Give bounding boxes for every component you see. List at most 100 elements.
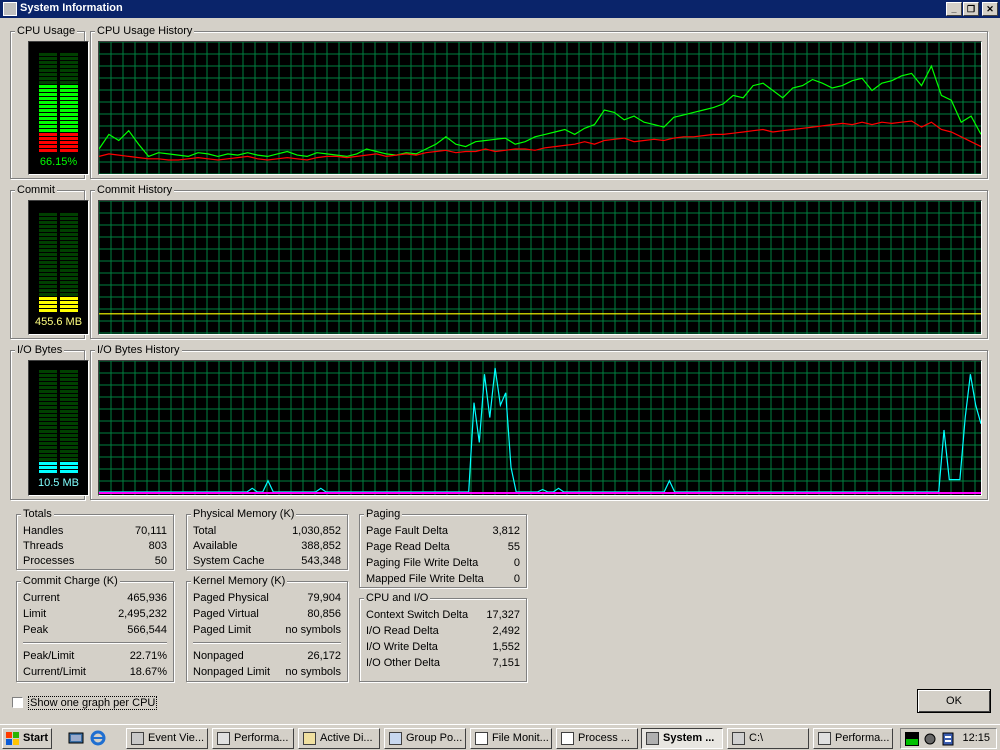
- meter-segment: [60, 101, 78, 104]
- taskbar-button[interactable]: System ...: [641, 728, 723, 749]
- show-desktop-icon[interactable]: [68, 730, 84, 746]
- taskbar: Start Event Vie... Performa... Active Di..…: [0, 724, 1000, 750]
- stat-label: Peak: [23, 624, 49, 636]
- meter-segment: [39, 422, 57, 425]
- io-history-group: I/O Bytes History: [90, 344, 988, 500]
- stat-label: Threads: [23, 540, 64, 552]
- stat-value: 1,552: [492, 641, 520, 653]
- restore-icon: ❐: [966, 4, 976, 14]
- meter-segment: [39, 426, 57, 429]
- meter-segment: [39, 289, 57, 292]
- taskbar-button[interactable]: File Monit...: [470, 728, 552, 749]
- meter-segment: [60, 394, 78, 397]
- cpu-usage-title: CPU Usage: [15, 25, 78, 37]
- cpu-usage-meter: 66.15%: [28, 41, 89, 175]
- taskbar-button[interactable]: Process ...: [556, 728, 638, 749]
- taskbar-button-label: Performa...: [234, 732, 289, 744]
- windows-flag-icon: [6, 732, 19, 745]
- taskbar-button[interactable]: Group Po...: [384, 728, 466, 749]
- stat-value: 17,327: [486, 609, 520, 621]
- cpu-history-group: CPU Usage History: [90, 25, 988, 179]
- meter-segment: [39, 97, 57, 100]
- io-history-title: I/O Bytes History: [95, 344, 182, 356]
- security-tray-icon[interactable]: [941, 732, 955, 746]
- meter-segment: [39, 305, 57, 308]
- meter-segment: [60, 414, 78, 417]
- meter-segment: [60, 406, 78, 409]
- stat-label: Page Read Delta: [366, 541, 450, 553]
- checkbox-label[interactable]: Show one graph per CPU: [28, 696, 158, 710]
- window-title: System Information: [20, 2, 123, 14]
- taskbar-button[interactable]: Performa...: [212, 728, 294, 749]
- meter-segment: [60, 213, 78, 216]
- stat-value: 3,812: [492, 525, 520, 537]
- meter-segment: [39, 249, 57, 252]
- meter-segment: [39, 378, 57, 381]
- meter-segment: [39, 109, 57, 112]
- stat-label: Nonpaged: [193, 650, 244, 662]
- taskbar-button-label: Event Vie...: [148, 732, 205, 744]
- process-explorer-icon: [561, 732, 574, 745]
- meter-segment: [60, 458, 78, 461]
- meter-segment: [39, 402, 57, 405]
- meter-segment: [39, 277, 57, 280]
- stat-row: Paged Physical 79,904: [193, 591, 341, 606]
- meter-segment: [39, 438, 57, 441]
- meter-segment: [39, 430, 57, 433]
- taskbar-button[interactable]: Event Vie...: [126, 728, 208, 749]
- stat-row: Paged Virtual 80,856: [193, 607, 341, 622]
- close-button[interactable]: ✕: [982, 2, 998, 16]
- taskbar-button[interactable]: Active Di...: [298, 728, 380, 749]
- meter-segment: [60, 462, 78, 465]
- meter-segment: [60, 454, 78, 457]
- minimize-button[interactable]: _: [946, 2, 962, 16]
- meter-segment: [60, 141, 78, 144]
- meter-segment: [60, 53, 78, 56]
- stat-row: Available 388,852: [193, 539, 341, 554]
- meter-segment: [60, 277, 78, 280]
- io-bytes-value: 10.5 MB: [38, 477, 79, 489]
- perf-monitor-tray-icon[interactable]: [905, 732, 919, 746]
- taskbar-button[interactable]: Performa...: [813, 728, 893, 749]
- internet-explorer-icon[interactable]: [90, 730, 106, 746]
- meter-segment: [60, 438, 78, 441]
- ok-button[interactable]: OK: [917, 689, 991, 713]
- meter-segment: [60, 426, 78, 429]
- meter-segment: [60, 305, 78, 308]
- meter-segment: [60, 85, 78, 88]
- stat-value: 465,936: [127, 592, 167, 604]
- network-tray-icon[interactable]: [923, 732, 937, 746]
- meter-segment: [39, 89, 57, 92]
- meter-segment: [60, 450, 78, 453]
- stat-row: System Cache 543,348: [193, 554, 341, 569]
- meter-segment: [39, 309, 57, 312]
- meter-segment: [39, 245, 57, 248]
- meter-segment: [60, 378, 78, 381]
- meter-segment: [39, 241, 57, 244]
- taskbar-button[interactable]: C:\: [727, 728, 809, 749]
- active-directory-icon: [303, 732, 316, 745]
- meter-segment: [60, 137, 78, 140]
- checkbox-box[interactable]: [12, 697, 23, 708]
- stat-row: Context Switch Delta 17,327: [366, 608, 520, 623]
- stat-label: I/O Other Delta: [366, 657, 440, 669]
- meter-segment: [39, 149, 57, 152]
- stat-label: Nonpaged Limit: [193, 666, 271, 678]
- stat-row: Current/Limit 18.67%: [23, 665, 167, 680]
- meter-segment: [60, 261, 78, 264]
- start-button[interactable]: Start: [2, 728, 52, 749]
- meter-segment: [39, 105, 57, 108]
- meter-segment: [39, 65, 57, 68]
- meter-segment: [60, 225, 78, 228]
- drive-icon: [732, 732, 745, 745]
- meter-segment: [39, 390, 57, 393]
- restore-button[interactable]: ❐: [963, 2, 979, 16]
- meter-segment: [60, 382, 78, 385]
- stat-value: 55: [507, 541, 520, 553]
- separator: [23, 642, 167, 644]
- event-viewer-icon: [131, 732, 144, 745]
- title-bar[interactable]: System Information _ ❐ ✕: [0, 0, 1000, 18]
- meter-segment: [60, 61, 78, 64]
- paging-group: Paging Page Fault Delta 3,812 Page Read De…: [359, 508, 527, 588]
- performance-icon: [217, 732, 230, 745]
